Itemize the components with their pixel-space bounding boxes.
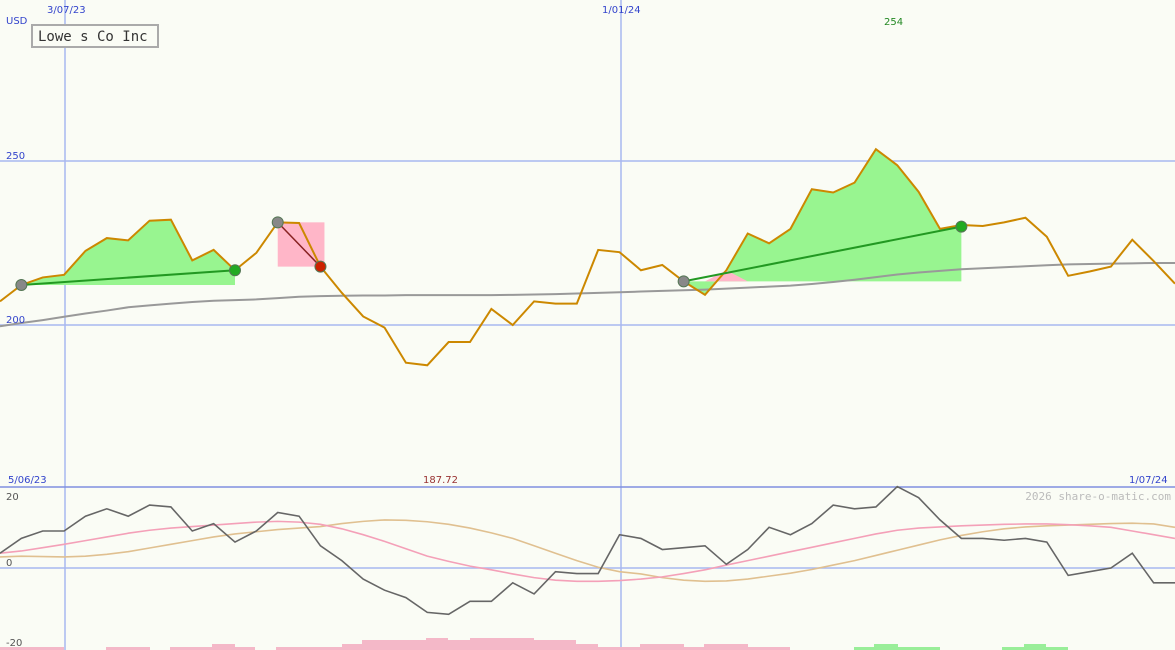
volume-bar-14 — [640, 644, 684, 650]
trade-marker-0 — [15, 278, 28, 291]
chart-title: Lowe s Co Inc — [38, 29, 148, 45]
volume-bar-12 — [576, 644, 598, 650]
trade-marker-3 — [314, 260, 327, 273]
stock-chart: USD 3/07/23 1/01/24 254 250 200 5/06/23 … — [0, 0, 1175, 650]
y-tick-200: 200 — [6, 315, 25, 326]
trade-marker-4 — [677, 275, 690, 288]
copyright-text: 2026 share-o-matic.com — [1025, 490, 1171, 503]
trade-marker-2 — [271, 216, 284, 229]
oscillator-line-2 — [0, 485, 1175, 616]
oscillator-line-0 — [0, 519, 1175, 583]
currency-label: USD — [6, 16, 28, 27]
chart-title-box: Lowe s Co Inc — [31, 24, 159, 48]
volume-bar-9 — [448, 640, 470, 650]
volume-bar-7 — [362, 640, 426, 650]
volume-bar-10 — [470, 638, 534, 650]
volume-bar-16 — [704, 644, 748, 650]
volume-bar-19 — [874, 644, 898, 650]
volume-bar-8 — [426, 638, 448, 650]
osc-tick-0: 0 — [6, 558, 12, 569]
volume-bar-6 — [342, 644, 362, 650]
grid — [0, 0, 1175, 650]
max-price-label: 254 — [884, 17, 903, 28]
osc-tick-neg20: -20 — [6, 638, 22, 649]
oscillator-series — [0, 485, 1175, 616]
date-label-bottom-right: 1/07/24 — [1129, 475, 1168, 486]
volume-bar-3 — [212, 644, 235, 650]
date-label-bottom-left: 5/06/23 — [8, 475, 47, 486]
date-label-top-mid: 1/01/24 — [602, 5, 641, 16]
trade-marker-1 — [229, 264, 241, 277]
min-price-label: 187.72 — [423, 475, 458, 486]
osc-tick-20: 20 — [6, 492, 19, 503]
trade-shading — [21, 149, 962, 295]
volume-bars — [0, 638, 1068, 650]
date-label-top-left: 3/07/23 — [47, 5, 86, 16]
volume-bar-11 — [534, 640, 576, 650]
y-tick-250: 250 — [6, 151, 25, 162]
trade-marker-5 — [955, 220, 968, 233]
volume-bar-22 — [1024, 644, 1046, 650]
oscillator-line-1 — [0, 520, 1175, 583]
